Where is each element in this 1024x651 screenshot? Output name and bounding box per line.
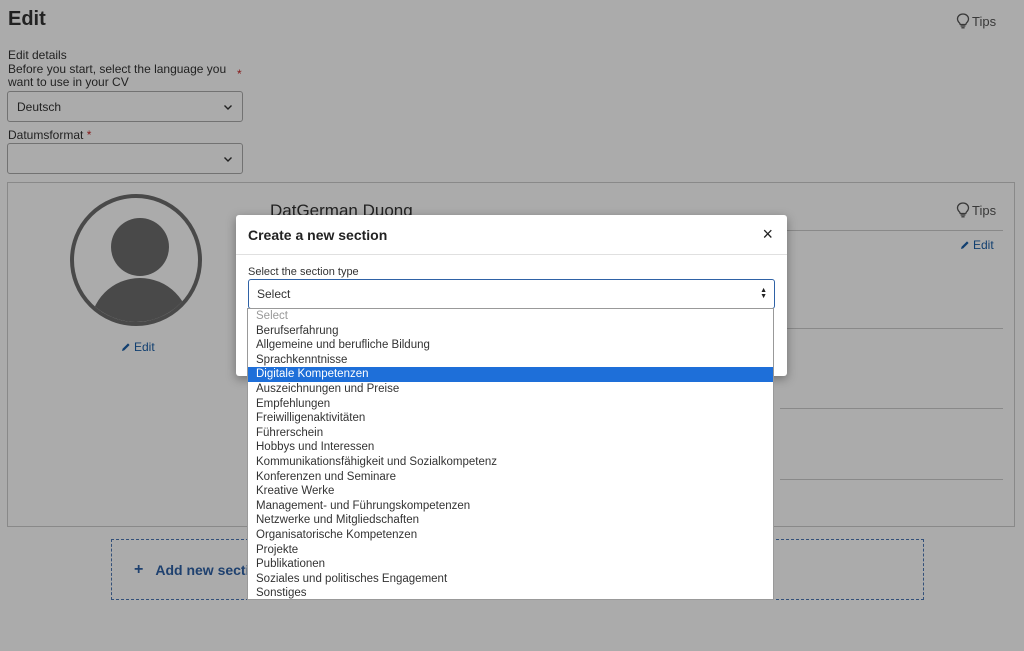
dropdown-option[interactable]: Soziales und politisches Engagement: [248, 572, 773, 587]
dropdown-option[interactable]: Select: [248, 309, 773, 324]
section-type-select[interactable]: Select ▲ ▼: [248, 279, 775, 309]
dropdown-option[interactable]: Organisatorische Kompetenzen: [248, 528, 773, 543]
select-arrows-icon: ▲ ▼: [760, 287, 767, 300]
section-type-label: Select the section type: [248, 266, 359, 278]
dropdown-option[interactable]: Kreative Werke: [248, 484, 773, 499]
dropdown-option[interactable]: Projekte: [248, 543, 773, 558]
dropdown-option[interactable]: Führerschein: [248, 426, 773, 441]
dropdown-option[interactable]: Publikationen: [248, 557, 773, 572]
dropdown-option[interactable]: Sprachkenntnisse: [248, 353, 773, 368]
close-icon[interactable]: ×: [762, 225, 773, 243]
dropdown-option[interactable]: Kommunikationsfähigkeit und Sozialkompet…: [248, 455, 773, 470]
section-type-dropdown-list: Select Berufserfahrung Allgemeine und beru…: [247, 308, 774, 600]
modal-divider: [236, 254, 787, 255]
dropdown-option[interactable]: Hobbys und Interessen: [248, 440, 773, 455]
dropdown-option[interactable]: Auszeichnungen und Preise: [248, 382, 773, 397]
dropdown-option[interactable]: Management- und Führungskompetenzen: [248, 499, 773, 514]
dropdown-option[interactable]: Netzwerke und Mitgliedschaften: [248, 513, 773, 528]
dropdown-option[interactable]: Digitale Kompetenzen: [248, 367, 773, 382]
dropdown-option[interactable]: Freiwilligenaktivitäten: [248, 411, 773, 426]
dropdown-option[interactable]: Berufserfahrung: [248, 324, 773, 339]
dropdown-option[interactable]: Konferenzen und Seminare: [248, 470, 773, 485]
dropdown-option[interactable]: Allgemeine und berufliche Bildung: [248, 338, 773, 353]
section-type-select-value: Select: [257, 287, 291, 301]
modal-title: Create a new section: [248, 227, 388, 243]
dropdown-option[interactable]: Sonstiges: [248, 586, 773, 599]
dropdown-option[interactable]: Empfehlungen: [248, 397, 773, 412]
